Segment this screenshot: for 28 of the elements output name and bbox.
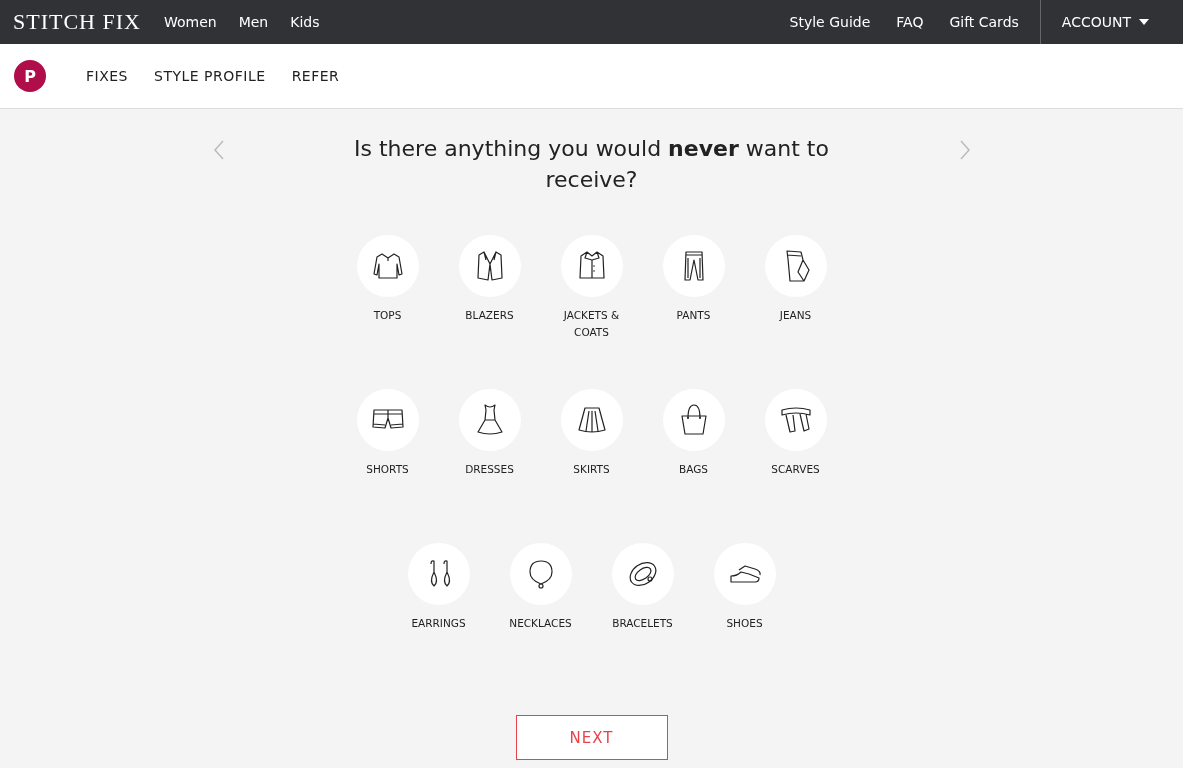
nav-link[interactable]: Style Guide [776, 14, 884, 30]
category-label: JEANS [778, 308, 813, 323]
category-label: SHORTS [365, 462, 410, 477]
profile-tab[interactable]: STYLE PROFILE [154, 68, 266, 84]
caret-icon [1139, 19, 1149, 25]
nav-link[interactable]: Gift Cards [936, 14, 1032, 30]
category-label: SKIRTS [572, 462, 611, 477]
nav-link[interactable]: FAQ [883, 14, 937, 30]
avatar[interactable]: P [14, 60, 46, 92]
category-label: SHOES [725, 616, 764, 631]
question-heading: Is there anything you would never want to receive? [353, 135, 830, 194]
nav-link[interactable]: Kids [279, 14, 331, 30]
category-label: EARRINGS [410, 616, 467, 631]
category-label: BAGS [678, 462, 709, 477]
category-label: NECKLACES [508, 616, 573, 631]
category-label: PANTS [675, 308, 712, 323]
category-label: DRESSES [464, 462, 515, 477]
category-label: BRACELETS [611, 616, 674, 631]
category-label: TOPS [372, 308, 403, 323]
category-label: SCARVES [770, 462, 821, 477]
nav-link[interactable]: Women [152, 14, 228, 30]
next-button[interactable]: NEXT [515, 715, 668, 760]
profile-tab[interactable]: REFER [291, 68, 340, 84]
nav-link[interactable]: Men [227, 14, 280, 30]
logo[interactable]: STITCH FIX [0, 9, 153, 35]
category-label: JACKETS & COATS [562, 308, 621, 340]
profile-tab[interactable]: FIXES [86, 68, 128, 84]
category-label: BLAZERS [464, 308, 515, 323]
